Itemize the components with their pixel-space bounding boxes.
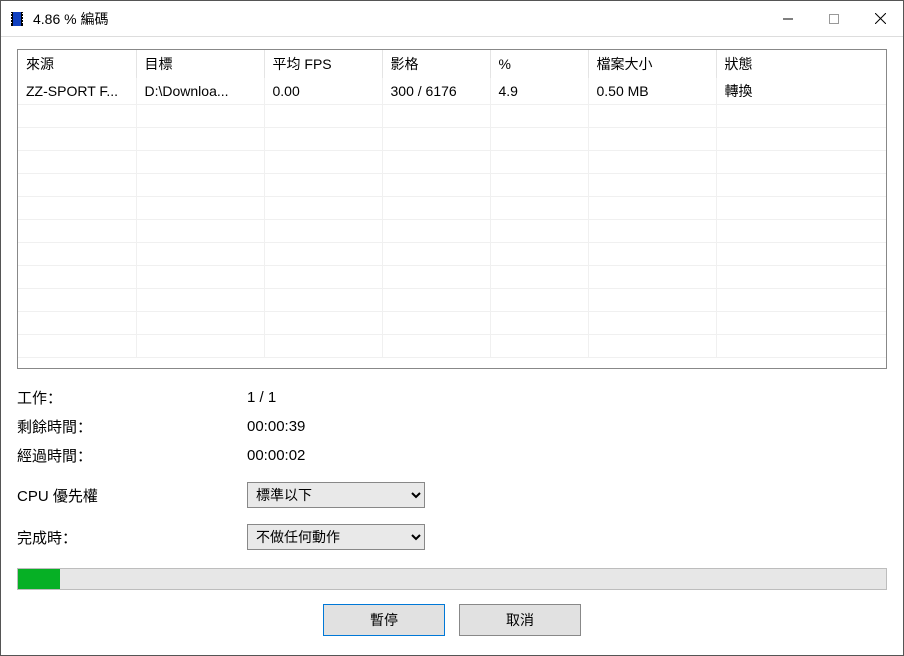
window-title: 4.86 % 編碼 (33, 9, 765, 29)
table-header-row: 來源 目標 平均 FPS 影格 % 檔案大小 狀態 (18, 50, 886, 78)
table-row (18, 105, 886, 128)
cell-filesize: 0.50 MB (588, 78, 716, 105)
col-frames[interactable]: 影格 (382, 50, 490, 78)
table-row (18, 335, 886, 358)
when-done-select[interactable]: 不做任何動作 (247, 524, 425, 550)
cell-fps: 0.00 (264, 78, 382, 105)
table-row (18, 197, 886, 220)
col-target[interactable]: 目標 (136, 50, 264, 78)
table-row (18, 243, 886, 266)
cell-frames: 300 / 6176 (382, 78, 490, 105)
info-panel: 工作： 1 / 1 剩餘時間： 00:00:39 經過時間： 00:00:02 … (17, 387, 887, 550)
table-row (18, 266, 886, 289)
col-filesize[interactable]: 檔案大小 (588, 50, 716, 78)
table-row (18, 289, 886, 312)
progress-fill (18, 569, 60, 589)
elapsed-value: 00:00:02 (247, 447, 887, 464)
elapsed-label: 經過時間： (17, 445, 247, 466)
col-percent[interactable]: % (490, 50, 588, 78)
jobs-table: 來源 目標 平均 FPS 影格 % 檔案大小 狀態 ZZ-SPORT F... … (17, 49, 887, 369)
titlebar: 4.86 % 編碼 (1, 1, 903, 37)
table-row (18, 151, 886, 174)
when-done-label: 完成時： (17, 527, 247, 548)
table-row (18, 312, 886, 335)
table-row[interactable]: ZZ-SPORT F... D:\Downloa... 0.00 300 / 6… (18, 78, 886, 105)
col-source[interactable]: 來源 (18, 50, 136, 78)
job-value: 1 / 1 (247, 389, 887, 406)
cell-percent: 4.9 (490, 78, 588, 105)
table-row (18, 128, 886, 151)
job-label: 工作： (17, 387, 247, 408)
priority-select[interactable]: 標準以下 (247, 482, 425, 508)
cell-source: ZZ-SPORT F... (18, 78, 136, 105)
col-fps[interactable]: 平均 FPS (264, 50, 382, 78)
progress-bar (17, 568, 887, 590)
table-row (18, 174, 886, 197)
priority-label: CPU 優先權 (17, 485, 247, 506)
cancel-button[interactable]: 取消 (459, 604, 581, 636)
remaining-value: 00:00:39 (247, 418, 887, 435)
maximize-button (811, 1, 857, 37)
app-icon (9, 11, 25, 27)
cell-target: D:\Downloa... (136, 78, 264, 105)
minimize-button[interactable] (765, 1, 811, 37)
pause-button[interactable]: 暫停 (323, 604, 445, 636)
col-status[interactable]: 狀態 (716, 50, 886, 78)
close-button[interactable] (857, 1, 903, 37)
table-row (18, 220, 886, 243)
remaining-label: 剩餘時間： (17, 416, 247, 437)
button-row: 暫停 取消 (17, 604, 887, 636)
cell-status: 轉換 (716, 78, 886, 105)
content-area: 來源 目標 平均 FPS 影格 % 檔案大小 狀態 ZZ-SPORT F... … (1, 37, 903, 655)
